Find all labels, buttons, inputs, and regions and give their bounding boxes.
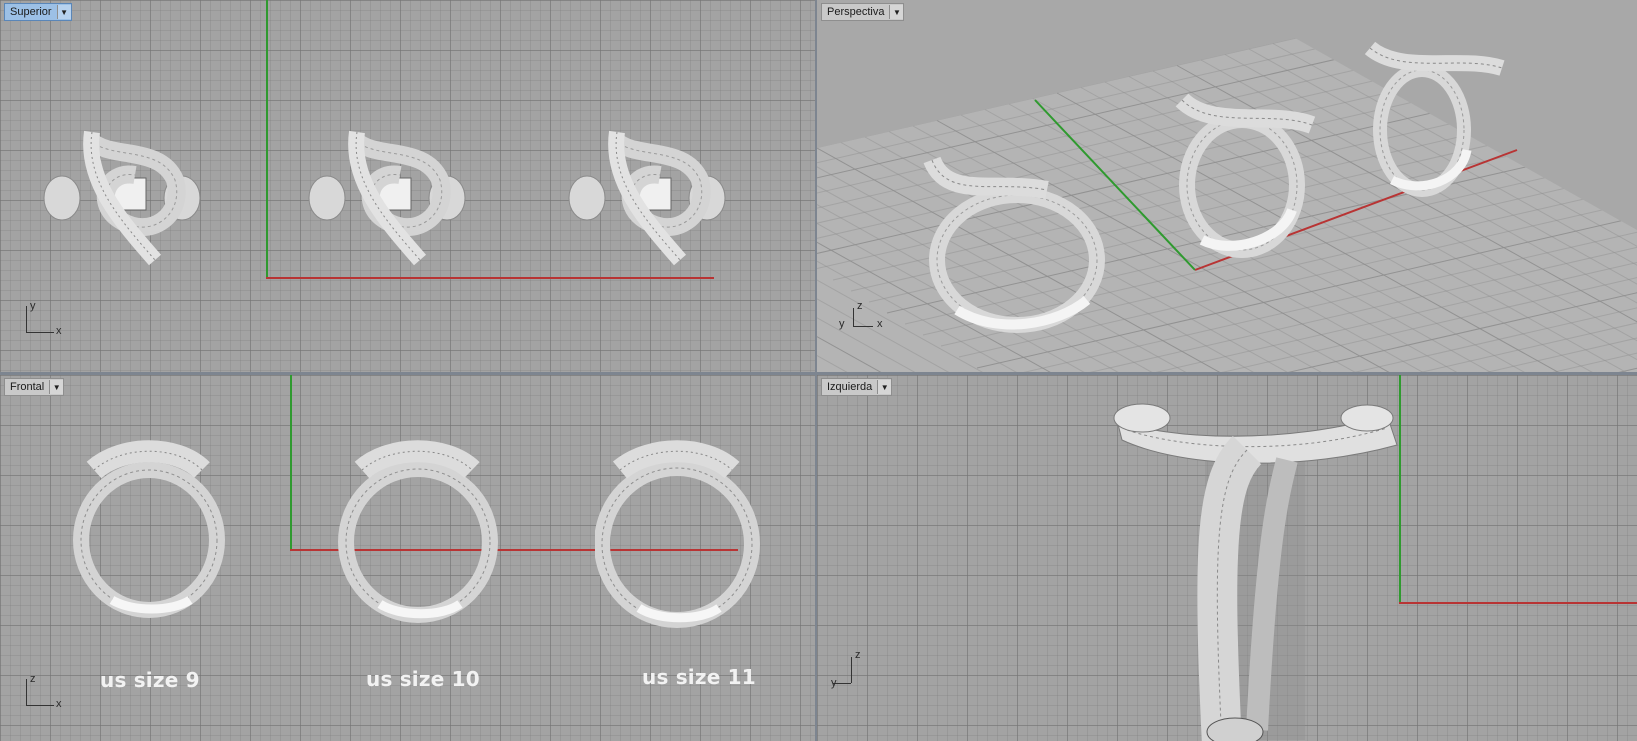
triad-label-vertical: z [855,649,861,661]
ring-front-view[interactable] [595,440,760,630]
ring-front-view[interactable] [338,440,498,625]
viewport-title-label: Perspectiva [827,6,885,18]
ring-front-view[interactable] [72,440,227,620]
viewport-frontal[interactable]: Frontal ▼ us size 9 us size 10 us size 1… [0,375,815,741]
dropdown-arrow-icon[interactable]: ▼ [877,380,892,394]
size-label-9: us size 9 [100,668,200,692]
triad-label-z: z [857,300,863,312]
triad-label-y: y [839,318,845,330]
ring-perspective[interactable] [917,150,1117,340]
triad-label-x: x [877,318,883,330]
viewport-title-frontal[interactable]: Frontal ▼ [4,378,65,396]
world-y-axis [1399,602,1637,604]
viewport-perspectiva[interactable]: Perspectiva ▼ z x y [817,0,1637,372]
viewport-title-izquierda[interactable]: Izquierda ▼ [821,378,893,396]
viewport-title-perspectiva[interactable]: Perspectiva ▼ [821,3,905,21]
ring-top-view[interactable] [40,120,205,270]
dropdown-arrow-icon[interactable]: ▼ [889,5,904,19]
triad-label-vertical: z [30,673,36,685]
size-label-10: us size 10 [366,667,480,691]
viewport-title-label: Superior [10,6,52,18]
world-x-axis [266,277,714,279]
triad-label-horizontal: x [56,325,62,337]
ring-top-view[interactable] [305,120,470,270]
axis-triad: z x [22,673,66,713]
ring-side-view[interactable] [1107,400,1407,741]
ring-top-view[interactable] [565,120,730,270]
viewport-title-label: Izquierda [827,381,873,393]
world-z-axis [290,375,292,550]
axis-triad: z x y [839,300,883,340]
size-label-11: us size 11 [642,665,756,689]
world-y-axis [266,0,268,278]
viewport-title-label: Frontal [10,381,45,393]
axis-triad: y x [22,300,66,340]
dropdown-arrow-icon[interactable]: ▼ [49,380,64,394]
ring-perspective[interactable] [1362,40,1512,200]
viewport-title-superior[interactable]: Superior ▼ [4,3,72,21]
viewport-superior[interactable]: Superior ▼ y x [0,0,815,372]
dropdown-arrow-icon[interactable]: ▼ [56,5,71,19]
axis-triad: z y [829,649,873,691]
viewport-izquierda[interactable]: Izquierda ▼ z y [817,375,1637,741]
triad-label-horizontal: x [56,698,62,710]
triad-label-horizontal: y [831,677,837,689]
triad-label-vertical: y [30,300,36,312]
ring-perspective[interactable] [1172,90,1332,260]
